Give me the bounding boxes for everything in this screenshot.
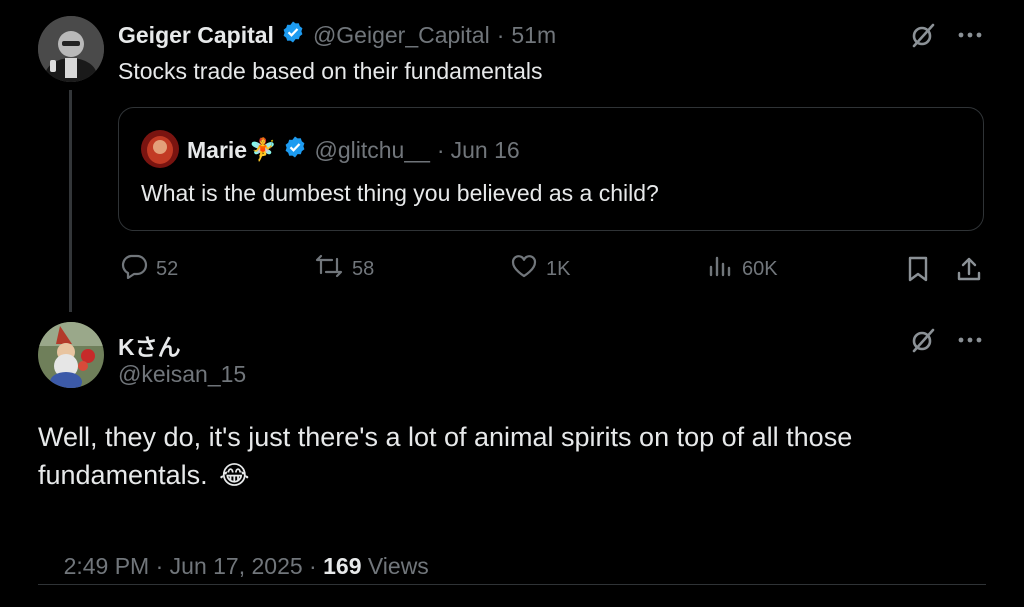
divider [38,584,986,585]
views-label-text: Views [367,553,429,579]
bookmark-icon[interactable] [904,254,932,284]
views-label: Views [361,553,429,579]
parent-tweet-text: Stocks trade based on their fundamentals [118,58,543,84]
grok-icon[interactable] [908,22,938,48]
author-name[interactable]: Geiger Capital [118,22,274,49]
views-count: 60K [742,257,778,280]
fairy-emoji: 🧚 [249,137,277,162]
quoted-author-name[interactable]: Marie [187,137,247,164]
tweet-metadata: 2:49 PM · Jun 17, 2025 · 169 Views [38,526,429,607]
reply-count: 52 [156,257,179,280]
like-button[interactable]: 1K [510,254,570,284]
more-icon[interactable] [956,327,984,353]
parent-tweet-header: Geiger Capital @Geiger_Capital · 51m [118,20,556,50]
thread-connector-line [69,90,72,312]
tweet-time[interactable]: 51m [511,22,556,49]
header-separator: · [496,21,505,48]
verified-badge-icon [281,20,305,50]
quoted-tweet-header: Marie 🧚 @glitchu__ · Jun 16 [187,136,520,164]
keisan-avatar[interactable] [38,322,104,388]
marie-avatar[interactable] [141,130,179,168]
geiger-avatar[interactable] [38,16,104,82]
repost-count: 58 [352,257,375,280]
views-count: 169 [323,553,362,579]
action-bar: 52 58 1K 60K [118,254,984,284]
verified-badge-icon [283,135,307,165]
quoted-tweet-card[interactable]: Marie 🧚 @glitchu__ · Jun 16 What is the … [118,107,984,231]
quoted-separator: · [436,136,445,163]
like-icon [510,253,538,285]
reply-author-name[interactable]: Kさん [118,328,181,362]
author-handle[interactable]: @Geiger_Capital [313,22,490,49]
views-icon [706,253,734,285]
laughing-emoji: 😂 [219,460,250,490]
share-icon[interactable] [954,254,984,284]
reply-tweet-text: Well, they do, it's just there's a lot o… [38,418,958,494]
like-count: 1K [546,257,571,280]
more-icon[interactable] [956,22,984,48]
tweet-timestamp[interactable]: 2:49 PM · Jun 17, 2025 · [64,553,324,579]
quoted-date[interactable]: Jun 16 [451,137,520,164]
views-button[interactable]: 60K [706,254,778,284]
repost-button[interactable]: 58 [314,254,374,284]
quoted-tweet-text: What is the dumbest thing you believed a… [141,180,659,206]
reply-button[interactable]: 52 [120,254,178,284]
repost-icon [314,253,344,285]
grok-icon[interactable] [908,327,938,353]
reply-tweet: Kさん @keisan_15 Well, they do, it's just … [0,310,1024,594]
reply-text-body: Well, they do, it's just there's a lot o… [38,422,853,490]
parent-tweet[interactable]: Geiger Capital @Geiger_Capital · 51m Sto… [0,0,1024,312]
reply-icon [120,253,148,285]
reply-author-handle[interactable]: @keisan_15 [118,361,246,388]
quoted-author-handle[interactable]: @glitchu__ [315,137,430,164]
